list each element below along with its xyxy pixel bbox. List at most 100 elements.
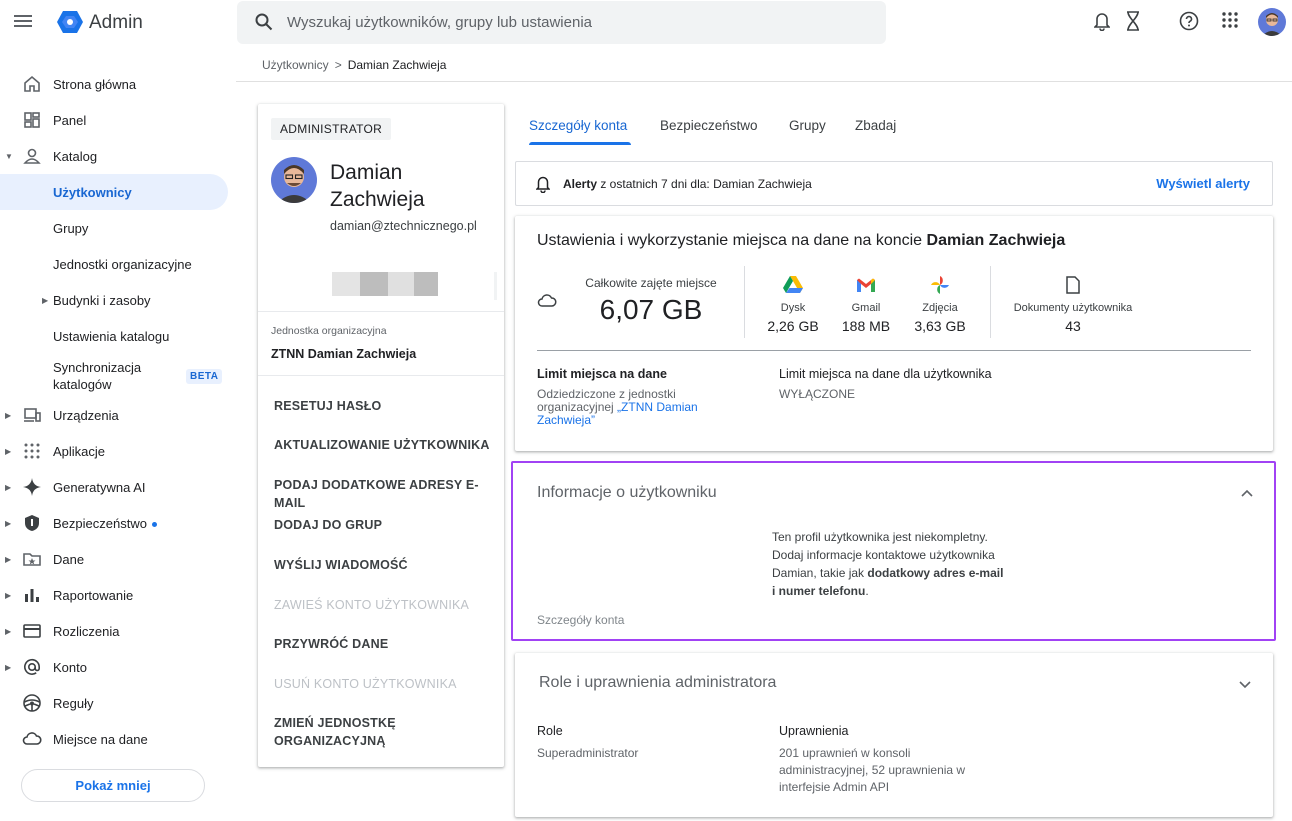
user-profile-card: ADMINISTRATOR Damian Zachwieja damian@zt… bbox=[258, 104, 504, 767]
search-input[interactable] bbox=[287, 1, 867, 44]
change-org-unit-button[interactable]: ZMIEŃ JEDNOSTKĘ ORGANIZACYJNĄ bbox=[274, 714, 494, 750]
divider bbox=[258, 311, 504, 312]
sidebar-item-directory[interactable]: ▼ Katalog bbox=[0, 139, 228, 173]
sidebar-item-apps[interactable]: ▶ Aplikacje bbox=[0, 434, 228, 468]
chevron-up-icon[interactable] bbox=[1240, 487, 1254, 501]
sidebar-item-label: Synchronizacja bbox=[53, 360, 142, 375]
home-icon bbox=[24, 75, 40, 92]
org-unit-link[interactable]: „ZTNN Damian bbox=[617, 400, 698, 414]
sidebar-item-storage[interactable]: Miejsce na dane bbox=[0, 722, 228, 756]
add-email-addresses-button[interactable]: PODAJ DODATKOWE ADRESY E-MAIL bbox=[274, 476, 494, 512]
org-unit-label: Jednostka organizacyjna bbox=[271, 325, 387, 337]
org-unit-link[interactable]: Zachwieja” bbox=[537, 413, 595, 427]
active-tab-indicator bbox=[529, 142, 631, 145]
admin-roles-title: Role i uprawnienia administratora bbox=[539, 674, 777, 691]
sidebar-item-label: Katalog bbox=[53, 148, 98, 164]
admin-logo-icon[interactable] bbox=[56, 10, 84, 34]
sparkle-icon bbox=[23, 478, 41, 496]
bell-icon bbox=[536, 176, 550, 193]
sidebar-item-account[interactable]: ▶ Konto bbox=[0, 650, 228, 684]
storage-card: Ustawienia i wykorzystanie miejsca na da… bbox=[515, 216, 1273, 451]
tab-investigate[interactable]: Zbadaj bbox=[855, 118, 896, 133]
account-avatar[interactable] bbox=[1258, 8, 1286, 36]
devices-icon bbox=[24, 408, 41, 422]
add-to-groups-button[interactable]: DODAJ DO GRUP bbox=[274, 516, 494, 534]
sidebar-item-reporting[interactable]: ▶ Raportowanie bbox=[0, 578, 228, 612]
notifications-bell-icon[interactable] bbox=[1094, 11, 1110, 31]
sidebar-item-devices[interactable]: ▶ Urządzenia bbox=[0, 398, 228, 432]
sidebar-item-users[interactable]: Użytkownicy bbox=[0, 174, 228, 210]
send-message-button[interactable]: WYŚLIJ WIADOMOŚĆ bbox=[274, 556, 494, 574]
restore-data-button[interactable]: PRZYWRÓĆ DANE bbox=[274, 635, 494, 653]
collapsed-caret-icon: ▶ bbox=[5, 662, 12, 672]
sidebar-item-directory-sync[interactable]: Synchronizacja katalogów bbox=[53, 359, 141, 393]
credit-card-icon bbox=[23, 624, 41, 638]
steering-icon bbox=[23, 694, 41, 712]
app-title[interactable]: Admin bbox=[89, 12, 143, 34]
apps-launcher-icon[interactable] bbox=[1221, 11, 1239, 29]
sidebar-item-generative-ai[interactable]: ▶ Generatywna AI bbox=[0, 470, 228, 504]
update-user-button[interactable]: AKTUALIZOWANIE UŻYTKOWNIKA bbox=[274, 436, 494, 454]
help-icon[interactable] bbox=[1179, 11, 1199, 31]
privileges-value: 201 uprawnień w konsoli administracyjnej… bbox=[779, 746, 966, 794]
reset-password-button[interactable]: RESETUJ HASŁO bbox=[274, 397, 494, 415]
sidebar-item-billing[interactable]: ▶ Rozliczenia bbox=[0, 614, 228, 648]
total-storage-label: Całkowite zajęte miejsce bbox=[585, 276, 717, 290]
dashboard-icon bbox=[24, 112, 40, 128]
sidebar-item-security[interactable]: ▶ Bezpieczeństwo bbox=[0, 506, 228, 540]
sidebar-item-label: Miejsce na dane bbox=[53, 731, 148, 747]
user-avatar[interactable] bbox=[271, 157, 317, 203]
sidebar-item-buildings[interactable]: ▶ Budynki i zasoby bbox=[0, 283, 228, 317]
alerts-text: Alerty z ostatnich 7 dni dla: Damian Zac… bbox=[563, 177, 812, 191]
sidebar-item-label: Ustawienia katalogu bbox=[53, 328, 170, 344]
collapsed-caret-icon: ▶ bbox=[5, 410, 12, 420]
collapsed-caret-icon: ▶ bbox=[5, 626, 12, 636]
admin-roles-card[interactable]: Role i uprawnienia administratora Role S… bbox=[515, 653, 1273, 817]
collapsed-caret-icon: ▶ bbox=[5, 590, 12, 600]
tab-account-details[interactable]: Szczegóły konta bbox=[529, 118, 627, 133]
person-icon bbox=[23, 148, 41, 164]
account-details-footer: Szczegóły konta bbox=[537, 613, 625, 627]
storage-card-title: Ustawienia i wykorzystanie miejsca na da… bbox=[537, 232, 1066, 249]
show-less-button[interactable]: Pokaż mniej bbox=[21, 769, 205, 802]
sidebar-item-label: Panel bbox=[53, 112, 87, 128]
redacted-block bbox=[414, 272, 438, 296]
hourglass-tasks-icon[interactable] bbox=[1126, 11, 1140, 31]
sidebar-item-label: Konto bbox=[53, 659, 87, 675]
tab-security[interactable]: Bezpieczeństwo bbox=[660, 118, 758, 133]
main-menu-icon[interactable] bbox=[14, 12, 32, 32]
user-information-card[interactable]: Informacje o użytkowniku Ten profil użyt… bbox=[511, 461, 1276, 641]
divider bbox=[537, 350, 1251, 351]
sidebar-item-directory-settings[interactable]: Ustawienia katalogu bbox=[0, 319, 228, 353]
sidebar-item-dashboard[interactable]: Panel bbox=[0, 103, 228, 137]
sidebar-item-org-units[interactable]: Jednostki organizacyjne bbox=[0, 247, 228, 281]
sidebar-item-label: Reguły bbox=[53, 695, 94, 711]
sidebar-item-home[interactable]: Strona główna bbox=[0, 67, 228, 101]
role-value: Superadministrator bbox=[537, 746, 639, 760]
sidebar-item-label: Budynki i zasoby bbox=[53, 292, 151, 308]
breadcrumb-current: Damian Zachwieja bbox=[347, 58, 447, 72]
alerts-banner: Alerty z ostatnich 7 dni dla: Damian Zac… bbox=[515, 161, 1273, 206]
chevron-down-icon[interactable] bbox=[1238, 677, 1252, 691]
divider bbox=[258, 375, 504, 376]
collapsed-caret-icon: ▶ bbox=[5, 518, 12, 528]
drive-usage: Dysk 2,26 GB bbox=[760, 274, 826, 334]
sidebar-item-groups[interactable]: Grupy bbox=[0, 211, 228, 245]
scrollbar[interactable] bbox=[494, 272, 497, 300]
breadcrumb-users-link[interactable]: Użytkownicy bbox=[262, 58, 329, 72]
search-bar[interactable] bbox=[237, 1, 886, 44]
user-documents: Dokumenty użytkownika 43 bbox=[1002, 274, 1144, 334]
search-icon bbox=[255, 13, 273, 31]
suspend-user-button: ZAWIEŚ KONTO UŻYTKOWNIKA bbox=[274, 596, 494, 614]
collapsed-caret-icon: ▶ bbox=[5, 554, 12, 564]
collapsed-caret-icon: ▶ bbox=[42, 295, 49, 305]
sidebar-item-data[interactable]: ▶ Dane bbox=[0, 542, 228, 576]
tab-groups[interactable]: Grupy bbox=[789, 118, 826, 133]
divider bbox=[990, 266, 991, 338]
delete-user-button: USUŃ KONTO UŻYTKOWNIKA bbox=[274, 675, 494, 693]
drive-icon bbox=[783, 276, 803, 293]
view-alerts-link[interactable]: Wyświetl alerty bbox=[1156, 176, 1250, 191]
sidebar-item-rules[interactable]: Reguły bbox=[0, 686, 228, 720]
sidebar-item-label: Aplikacje bbox=[53, 443, 106, 459]
breadcrumb: Użytkownicy > Damian Zachwieja bbox=[262, 58, 446, 72]
